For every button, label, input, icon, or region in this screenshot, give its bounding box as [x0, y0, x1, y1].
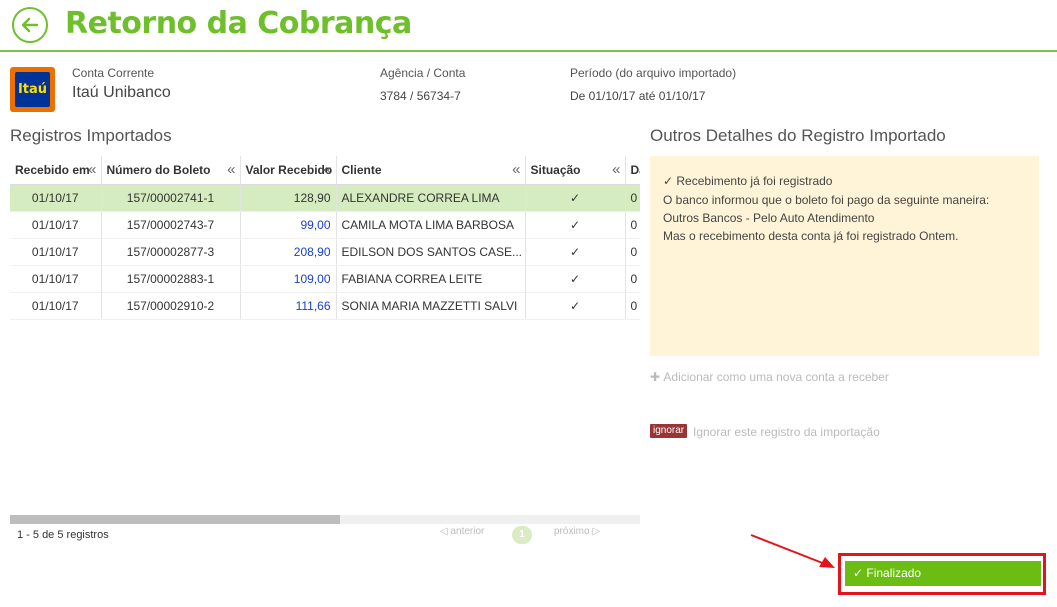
cell-valor: 99,00 [240, 211, 337, 239]
horizontal-scrollbar[interactable] [10, 515, 640, 524]
cell-recebido: 01/10/17 [10, 292, 102, 320]
cell-recebido: 01/10/17 [10, 265, 102, 293]
ignore-record-link[interactable]: Ignorar este registro da importação [693, 425, 880, 439]
scrollbar-thumb[interactable] [10, 515, 340, 524]
cell-boleto: 157/00002910-2 [101, 292, 241, 320]
collapse-column-icon[interactable]: « [227, 161, 235, 178]
cell-extra: 0 [625, 292, 640, 320]
cell-cliente: SONIA MARIA MAZZETTI SALVI [336, 292, 526, 320]
registros-grid: Recebido em « Número do Boleto « Valor Rec… [10, 156, 640, 322]
page-number-button[interactable]: 1 [512, 526, 532, 544]
finalizado-button[interactable]: ✓ Finalizado [845, 561, 1041, 586]
page-header: Retorno da Cobrança [0, 0, 1057, 52]
page-title: Retorno da Cobrança [65, 6, 412, 41]
periodo-label: Período (do arquivo importado) [570, 66, 737, 80]
details-line: Outros Bancos - Pelo Auto Atendimento [663, 211, 875, 225]
column-header-label: Valor Recebido [245, 162, 333, 177]
cell-cliente: ALEXANDRE CORREA LIMA [336, 184, 526, 212]
bank-logo: Itaú [10, 67, 55, 112]
cell-extra: 0 [625, 238, 640, 266]
cell-boleto: 157/00002741-1 [101, 184, 241, 212]
status-line: ✓ Recebimento já foi registrado [663, 174, 833, 188]
conta-corrente-value: Itaú Unibanco [72, 84, 171, 101]
bank-logo-text: Itaú [15, 72, 50, 107]
column-header-label: Número do Boleto [106, 162, 211, 177]
agencia-value: 3784 / 56734-7 [380, 89, 461, 103]
cell-recebido: 01/10/17 [10, 184, 102, 212]
cell-extra: 0 [625, 265, 640, 293]
table-row[interactable]: 01/10/17 157/00002910-2 111,66 SONIA MAR… [10, 292, 640, 320]
back-arrow-icon[interactable] [12, 7, 48, 43]
cell-recebido: 01/10/17 [10, 238, 102, 266]
cell-valor: 128,90 [240, 184, 337, 212]
table-row[interactable]: 01/10/17 157/00002883-1 109,00 FABIANA C… [10, 265, 640, 293]
column-header-valor[interactable]: Valor Recebido « [240, 156, 337, 185]
column-header-label: Situação [530, 162, 581, 177]
column-header-label: Cliente [341, 162, 382, 177]
add-receivable-label: Adicionar como uma nova conta a receber [663, 370, 889, 384]
table-row[interactable]: 01/10/17 157/00002743-7 99,00 CAMILA MOT… [10, 211, 640, 239]
column-header-recebido[interactable]: Recebido em « [10, 156, 102, 185]
prev-page-link[interactable]: ◁ anterior [440, 526, 484, 537]
check-icon: ✓ [525, 238, 626, 266]
agencia-label: Agência / Conta [380, 66, 466, 80]
chevron-right-icon: ▷ [589, 526, 601, 537]
column-header-boleto[interactable]: Número do Boleto « [101, 156, 241, 185]
table-row[interactable]: 01/10/17 157/00002877-3 208,90 EDILSON D… [10, 238, 640, 266]
cell-extra: 0 [625, 211, 640, 239]
ignore-badge[interactable]: ignorar [650, 424, 688, 438]
collapse-column-icon[interactable]: « [88, 161, 96, 178]
next-page-label: próximo [554, 526, 590, 537]
column-header-cliente[interactable]: Cliente « [336, 156, 526, 185]
collapse-column-icon[interactable]: « [512, 161, 520, 178]
pager-info: 1 - 5 de 5 registros [17, 529, 109, 541]
collapse-column-icon[interactable]: « [323, 161, 331, 178]
cell-cliente: CAMILA MOTA LIMA BARBOSA [336, 211, 526, 239]
column-header-extra[interactable]: Da [625, 156, 641, 185]
cell-valor: 111,66 [240, 292, 337, 320]
chevron-left-icon: ◁ [440, 526, 451, 537]
column-header-situacao[interactable]: Situação « [525, 156, 626, 185]
cell-boleto: 157/00002883-1 [101, 265, 241, 293]
check-icon: ✓ [525, 211, 626, 239]
cell-valor: 109,00 [240, 265, 337, 293]
cell-extra: 0 [625, 184, 640, 212]
cell-cliente: FABIANA CORREA LEITE [336, 265, 526, 293]
column-header-label: Da [630, 162, 641, 177]
cell-cliente: EDILSON DOS SANTOS CASE... [336, 238, 526, 266]
details-line: O banco informou que o boleto foi pago d… [663, 193, 990, 207]
plus-icon: ✚ [650, 370, 664, 384]
annotation-arrow-icon [750, 534, 835, 568]
add-receivable-link[interactable]: ✚ Adicionar como uma nova conta a recebe… [650, 370, 889, 384]
cell-boleto: 157/00002877-3 [101, 238, 241, 266]
next-page-link[interactable]: próximo ▷ [554, 526, 600, 537]
registros-title: Registros Importados [10, 126, 172, 145]
check-icon: ✓ [525, 292, 626, 320]
prev-page-label: anterior [450, 526, 485, 537]
conta-corrente-label: Conta Corrente [72, 66, 155, 80]
cell-valor: 208,90 [240, 238, 337, 266]
details-line: Mas o recebimento desta conta já foi reg… [663, 229, 959, 243]
check-icon: ✓ [525, 265, 626, 293]
detalhes-title: Outros Detalhes do Registro Importado [650, 126, 946, 145]
collapse-column-icon[interactable]: « [612, 161, 620, 178]
table-row[interactable]: 01/10/17 157/00002741-1 128,90 ALEXANDRE… [10, 184, 640, 212]
column-header-label: Recebido em [15, 162, 90, 177]
periodo-value: De 01/10/17 até 01/10/17 [570, 89, 706, 103]
cell-recebido: 01/10/17 [10, 211, 102, 239]
cell-boleto: 157/00002743-7 [101, 211, 241, 239]
grid-header-row: Recebido em « Número do Boleto « Valor Rec… [10, 156, 641, 185]
check-icon: ✓ [525, 184, 626, 212]
details-panel: ✓ Recebimento já foi registrado O banco … [650, 156, 1039, 356]
